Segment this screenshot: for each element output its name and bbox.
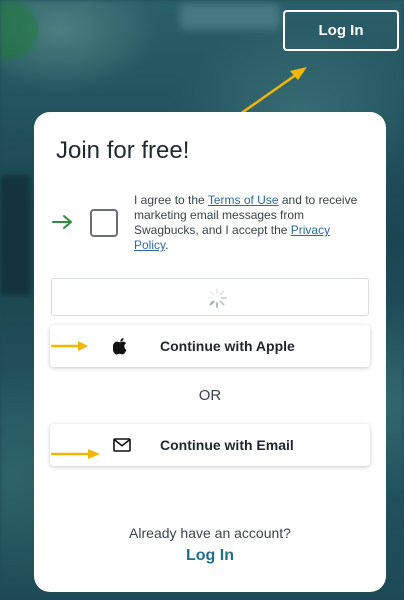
already-have-account-text: Already have an account? [129, 525, 291, 541]
spinner-icon [207, 288, 227, 308]
continue-with-apple-button[interactable]: Continue with Apple [50, 325, 370, 367]
email-button-label: Continue with Email [160, 437, 294, 453]
background-shape [0, 175, 30, 295]
or-divider: OR [198, 387, 222, 404]
envelope-icon [113, 438, 131, 452]
apple-button-label: Continue with Apple [160, 338, 295, 354]
terms-of-use-link[interactable]: Terms of Use [208, 193, 279, 207]
annotation-arrow-icon [50, 449, 100, 459]
consent-text: I agree to the Terms of Use and to recei… [134, 193, 366, 253]
signup-card: Join for free! I agree to the Terms of U… [34, 112, 386, 592]
consent-text-part: I agree to the [134, 193, 208, 207]
apple-icon [113, 338, 127, 355]
annotation-arrow-icon [231, 67, 307, 121]
consent-text-part: . [165, 238, 169, 252]
arrow-right-icon [52, 215, 72, 229]
loading-placeholder [51, 278, 369, 316]
annotation-arrow-icon [50, 341, 88, 351]
login-link[interactable]: Log In [34, 547, 386, 565]
page-title: Join for free! [56, 137, 190, 164]
consent-checkbox[interactable] [90, 209, 118, 237]
